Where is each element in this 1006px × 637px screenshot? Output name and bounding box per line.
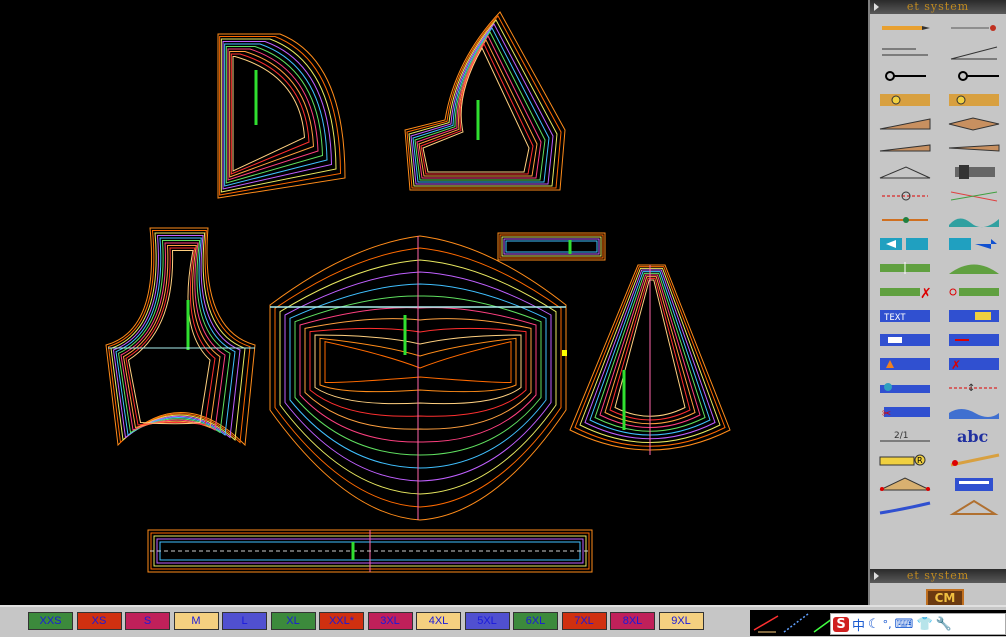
wedge-tool-icon[interactable] [870,112,939,136]
move-arrow-tool-icon[interactable] [939,232,1006,256]
size-button-xxl-base[interactable]: XXL* [319,612,364,630]
yoke-piece-grade-line [414,31,546,181]
tab-piece-grade-line [505,240,598,253]
sleeve-piece-grade-line [222,41,333,190]
scissors-tool-icon[interactable] [870,184,939,208]
notch-tool-icon[interactable] [870,256,939,280]
set-square-tool-icon[interactable] [939,496,1006,520]
sleeve-piece-grade-line [230,53,310,175]
wrench-icon[interactable]: 🔧 [936,617,952,632]
notch-marker [562,350,567,356]
size-button-6xl[interactable]: 6XL [513,612,558,630]
wave-line-tool-icon[interactable] [939,400,1006,424]
compass-tool-icon[interactable] [870,64,939,88]
collapse-arrow-icon[interactable] [874,3,879,11]
ime-toolbar[interactable]: S 中 ☾ °, ⌨ 👕 🔧 [830,613,1006,635]
palette-title: et system [906,0,970,13]
piece-arrow-tool-icon[interactable] [939,328,1006,352]
ruler-r-tool-icon[interactable]: R [870,448,939,472]
slash-tool-icon[interactable] [870,136,939,160]
tool-grid: ✗ TEXT ✗ ↕ ✂ 2/1 abc R [870,14,1006,520]
size-button-9xl[interactable]: 9XL [658,612,704,630]
palette-header-bottom: et system [870,569,1006,583]
pattern-cad-window: et system ✗ TEXT ✗ ↕ ✂ 2/1 abc R et system CM X… [0,0,1006,637]
svg-text:✗: ✗ [951,358,961,372]
size-button-7xl[interactable]: 7XL [561,612,607,630]
svg-text:↕: ↕ [967,383,975,394]
shirt-skin-icon[interactable]: 👕 [916,617,932,632]
size-button-xs[interactable]: XS [76,612,122,630]
svg-text:R: R [917,456,923,465]
size-button-5xl[interactable]: 5XL [464,612,510,630]
chinese-mode-label[interactable]: 中 [852,615,865,634]
piece-highlight-tool-icon[interactable] [939,304,1006,328]
fold-tool-icon[interactable] [870,160,939,184]
size-button-m[interactable]: M [173,612,219,630]
palette-footer: et system CM [870,569,1006,607]
size-bar: XXS XS S M L XL XXL* 3XL 4XL 5XL 6XL 7XL 8XL 9XL S 中 … [0,605,1006,637]
sewing-machine-tool-icon[interactable] [939,160,1006,184]
palette-footer-title: et system [906,569,970,582]
move-right-tool-icon[interactable] [870,232,939,256]
pencil-tool-icon[interactable] [870,16,939,40]
svg-text:✂: ✂ [882,407,891,420]
size-button-4xl[interactable]: 4XL [416,612,461,630]
svg-text:abc: abc [957,427,989,445]
triangle-ruler-tool-icon[interactable] [870,472,939,496]
tool-palette: et system ✗ TEXT ✗ ↕ ✂ 2/1 abc R et system CM [868,0,1006,607]
angle-line-tool-icon[interactable] [939,40,1006,64]
hand-tool-icon[interactable] [870,376,939,400]
tab-piece-grade-line [501,236,602,257]
calculator-tool-icon[interactable] [939,472,1006,496]
multi-line-tool-icon[interactable] [939,184,1006,208]
tab-piece-grade-line [499,234,604,259]
dart-tool-icon[interactable] [939,112,1006,136]
pin-tool-icon[interactable] [939,16,1006,40]
grain-tool-icon[interactable] [939,280,1006,304]
sleeve-piece-grade-line [220,38,337,193]
piece-up-tool-icon[interactable] [870,352,939,376]
size-button-8xl[interactable]: 8XL [610,612,655,630]
svg-text:2/1: 2/1 [894,431,908,441]
yoke-piece-grade-line [412,27,550,183]
keyboard-icon[interactable]: ⌨ [895,617,914,632]
abc-tool-icon[interactable]: abc [939,424,1006,448]
mountain-tool-icon[interactable] [939,256,1006,280]
size-button-s[interactable]: S [125,612,170,630]
cut-join-tool-icon[interactable] [870,208,939,232]
wave-piece-tool-icon[interactable] [939,208,1006,232]
size-button-xxs[interactable]: XXS [28,612,73,630]
collapse-arrow-icon[interactable] [874,572,879,580]
pattern-canvas[interactable] [0,0,868,605]
pen-scale-tool-icon[interactable] [939,448,1006,472]
svg-text:✗: ✗ [920,286,932,301]
grade-view-icon[interactable] [750,610,840,636]
moon-icon[interactable]: ☾ [868,617,880,632]
punctuation-icon[interactable]: °, [883,618,892,631]
measure-split-tool-icon[interactable]: ↕ [939,376,1006,400]
sleeve-piece-grade-line [229,51,315,178]
crotch-piece-grade-line [110,232,246,442]
yoke-piece-grade-line [422,46,530,173]
svg-text:TEXT: TEXT [884,313,906,323]
piece-left-tool-icon[interactable] [870,328,939,352]
piece-cut-tool-icon[interactable]: ✂ [870,400,939,424]
size-button-l[interactable]: L [222,612,267,630]
curve-ruler-tool-icon[interactable] [870,496,939,520]
text-tool-icon[interactable]: TEXT [870,304,939,328]
size-button-3xl[interactable]: 3XL [367,612,413,630]
needle-tool-icon[interactable] [939,136,1006,160]
delete-notch-tool-icon[interactable]: ✗ [870,280,939,304]
tape-measure-tool-icon[interactable] [870,88,939,112]
compass-arc-tool-icon[interactable] [939,64,1006,88]
piece-delete-tool-icon[interactable]: ✗ [939,352,1006,376]
fraction-tool-icon[interactable]: 2/1 [870,424,939,448]
palette-header-top: et system [870,0,1006,14]
size-button-xl[interactable]: XL [270,612,316,630]
tape-measure-hook-tool-icon[interactable] [939,88,1006,112]
line-tool-icon[interactable] [870,40,939,64]
sogou-logo-icon[interactable]: S [833,616,849,632]
